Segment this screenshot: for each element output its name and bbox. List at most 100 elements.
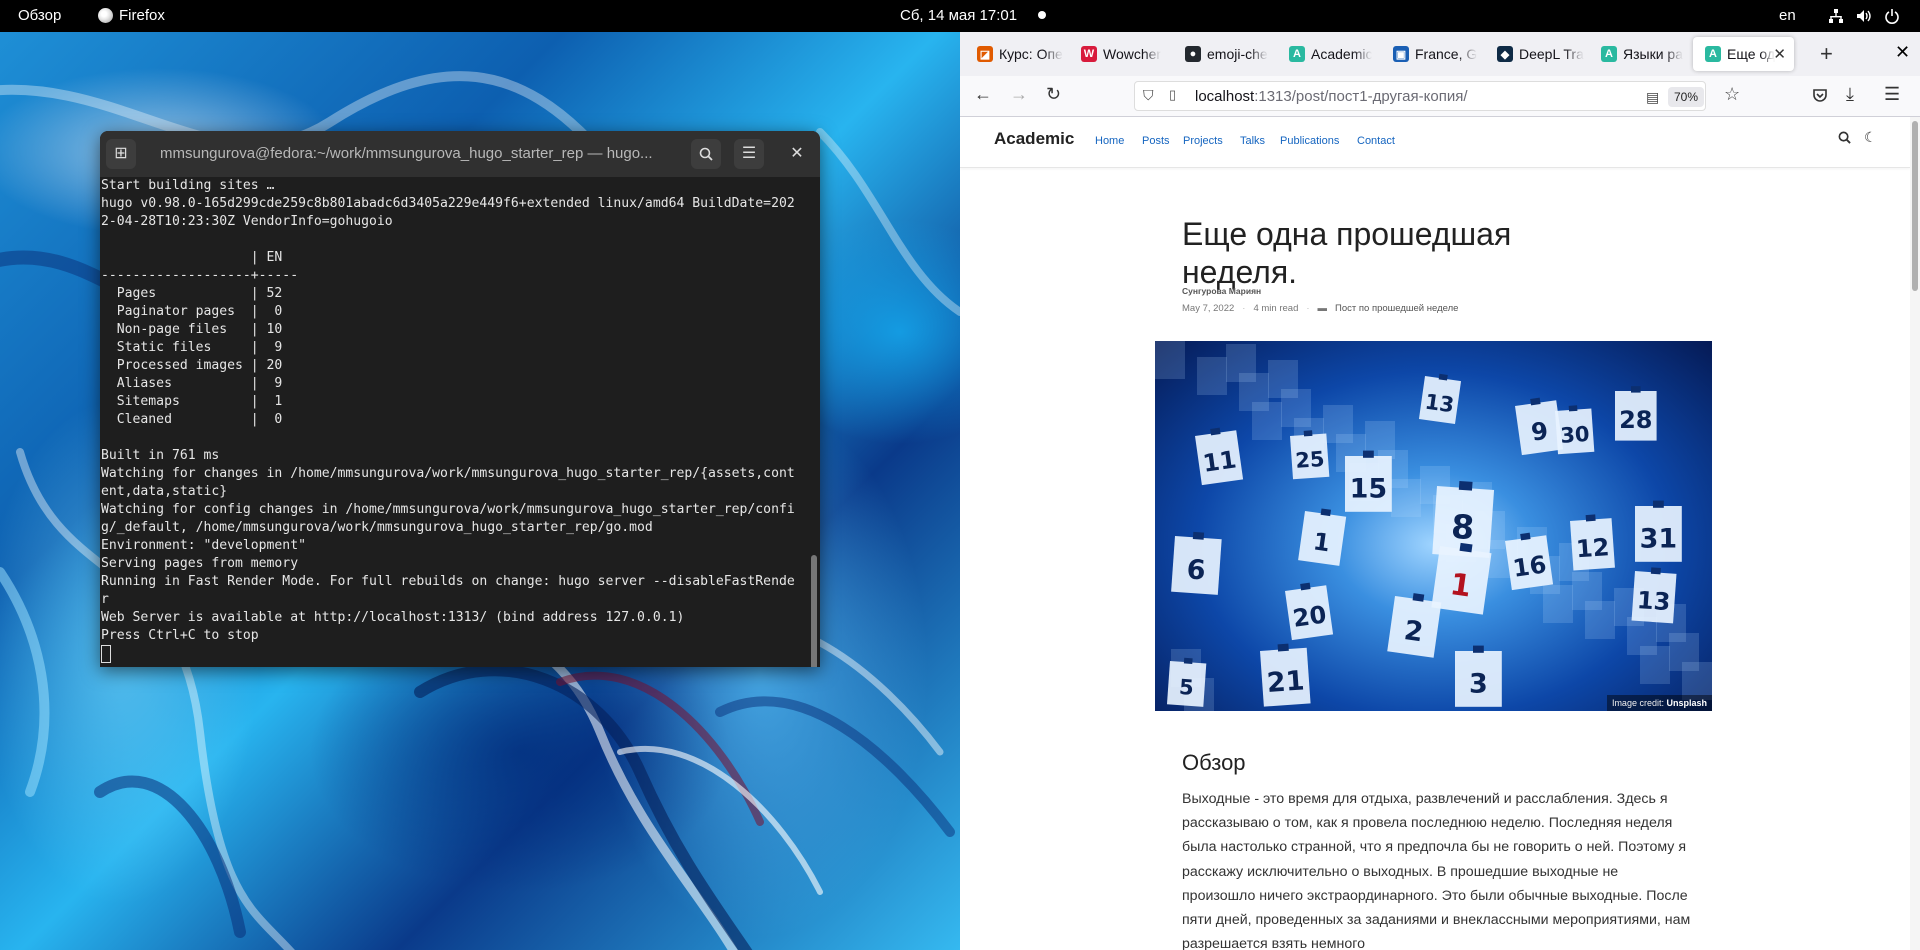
terminal-title: mmsungurova@fedora:~/work/mmsungurova_hu…	[160, 145, 653, 162]
terminal-cursor	[101, 645, 111, 663]
nav-link-home[interactable]: Home	[1095, 135, 1124, 147]
browser-tab[interactable]: A Еще од ✕	[1693, 37, 1794, 71]
calendar-day-number: 16	[1511, 550, 1548, 582]
terminal-line: Aliases | 9	[101, 376, 283, 391]
browser-tab[interactable]: ◆ DeepL Tra	[1485, 37, 1586, 71]
calendar-day-number: 5	[1178, 675, 1194, 700]
page-scrollbar-thumb[interactable]	[1912, 121, 1918, 291]
calendar-page: 28	[1615, 386, 1657, 441]
tab-label: Academic	[1311, 46, 1373, 62]
page-scrollbar[interactable]	[1910, 117, 1920, 950]
hamburger-menu-icon[interactable]: ☰	[734, 139, 764, 169]
terminal-scrollbar[interactable]	[811, 555, 817, 667]
calendar-day-number: 28	[1619, 406, 1652, 434]
nav-link-projects[interactable]: Projects	[1183, 135, 1223, 147]
browser-tab[interactable]: ◪ Курс: Опе	[965, 37, 1066, 71]
reader-view-icon[interactable]: ▤	[1646, 89, 1659, 106]
terminal-line: Sitemaps | 1	[101, 394, 283, 409]
calendar-day-number: 25	[1294, 447, 1325, 473]
calendar-page: 5	[1166, 657, 1207, 707]
url-bar[interactable]: ⛉ ▯ localhost:1313/post/пост1-другая-коп…	[1134, 81, 1706, 111]
nav-link-posts[interactable]: Posts	[1142, 135, 1170, 147]
close-icon[interactable]: ✕	[782, 139, 812, 169]
wiki-icon: ▣	[1393, 46, 1409, 62]
new-tab-button[interactable]: +	[1820, 41, 1833, 67]
tab-label: DeepL Tra	[1519, 46, 1584, 62]
calendar-page: 12	[1570, 514, 1615, 571]
back-arrow-icon[interactable]: ←	[974, 84, 992, 105]
clock[interactable]: Сб, 14 мая 17:01	[900, 7, 1017, 24]
url-text[interactable]: localhost:1313/post/пост1-другая-копия/	[1195, 88, 1468, 105]
forward-arrow-icon[interactable]: →	[1010, 84, 1028, 105]
browser-tab[interactable]: A Языки ра	[1589, 37, 1690, 71]
app-menu-icon[interactable]: ☰	[1884, 84, 1900, 105]
close-tab-icon[interactable]: ✕	[1773, 45, 1786, 63]
blurred-calendar-page	[1323, 405, 1353, 443]
terminal-line: -------------------+-----	[101, 268, 299, 283]
browser-tab[interactable]: A Academic	[1277, 37, 1378, 71]
section-heading: Обзор	[1182, 750, 1246, 775]
calendar-day-number: 13	[1636, 586, 1671, 616]
calendar-day-number: 20	[1291, 600, 1328, 632]
browser-tab[interactable]: ● emoji-che	[1173, 37, 1274, 71]
tracking-shield-icon[interactable]: ⛉	[1143, 87, 1154, 104]
downloads-icon[interactable]: ⤓	[1846, 84, 1854, 105]
terminal-line: | EN	[101, 250, 283, 265]
calendar-page: 25	[1290, 430, 1330, 480]
folder-icon: ▬	[1317, 303, 1328, 314]
terminal-line: Press Ctrl+C to stop	[101, 628, 259, 643]
calendar-page: 20	[1285, 582, 1334, 641]
calendar-pages-illustration: 11 25158139 3028611612 311322021 351	[1155, 341, 1712, 711]
terminal-line: Web Server is available at http://localh…	[101, 610, 685, 625]
search-icon[interactable]	[691, 139, 721, 169]
calendar-page: 1	[1298, 508, 1347, 566]
pocket-icon[interactable]	[1812, 84, 1828, 108]
browser-tab[interactable]: ▣ France, G	[1381, 37, 1482, 71]
calendar-page: 15	[1345, 450, 1392, 512]
meta-separator: ·	[1306, 303, 1310, 314]
terminal-header-bar[interactable]: ⊞ mmsungurova@fedora:~/work/mmsungurova_…	[100, 131, 820, 177]
terminal-line: Environment: "development"	[101, 538, 306, 553]
url-path: :1313/post/пост1-другая-копия/	[1254, 88, 1468, 105]
image-credit-link[interactable]: Unsplash	[1666, 698, 1707, 708]
dark-mode-moon-icon[interactable]: ☾	[1864, 129, 1877, 146]
keyboard-layout-indicator[interactable]: en	[1779, 7, 1796, 24]
activities-overview-button[interactable]: Обзор	[18, 7, 61, 24]
bookmark-star-icon[interactable]: ☆	[1724, 84, 1740, 105]
system-menu-button[interactable]	[1828, 8, 1900, 28]
gnome-top-bar: Обзор Firefox Сб, 14 мая 17:01 en	[0, 0, 1920, 32]
app-menu-button[interactable]: Firefox	[98, 7, 165, 24]
nav-link-contact[interactable]: Contact	[1357, 135, 1395, 147]
terminal-window[interactable]: ⊞ mmsungurova@fedora:~/work/mmsungurova_…	[100, 131, 820, 667]
calendar-day-number: 3	[1469, 668, 1488, 699]
power-icon	[1884, 8, 1900, 28]
article-author[interactable]: Сунгурова Мариян	[1182, 286, 1261, 296]
terminal-line: Pages | 52	[101, 286, 283, 301]
calendar-day-number: 11	[1201, 445, 1238, 477]
meta-separator: ·	[1242, 303, 1246, 314]
zoom-level-badge[interactable]: 70%	[1668, 87, 1705, 107]
terminal-line: Static files | 9	[101, 340, 283, 355]
terminal-prompt-line[interactable]	[101, 645, 810, 663]
article-category-link[interactable]: Пост по прошедшей неделе	[1335, 303, 1458, 314]
reload-icon[interactable]: ↻	[1046, 84, 1061, 105]
site-brand[interactable]: Academic	[994, 129, 1074, 149]
tab-label: Языки ра	[1623, 46, 1683, 62]
calendar-day-number: 12	[1575, 533, 1610, 563]
terminal-output[interactable]: Start building sites … hugo v0.98.0-165d2…	[100, 177, 810, 667]
terminal-line: Serving pages from memory	[101, 556, 299, 571]
page-info-icon[interactable]: ▯	[1169, 87, 1176, 103]
terminal-line: g/_default, /home/mmsungurova/work/mmsun…	[101, 520, 653, 535]
article-meta: May 7, 2022 · 4 min read · ▬ Пост по про…	[1182, 303, 1458, 314]
nav-link-publications[interactable]: Publications	[1280, 135, 1339, 147]
firefox-window: ◪ Курс: Опе W Wowcher ● emoji-che A Academic ▣ Fr…	[960, 32, 1920, 950]
new-tab-icon[interactable]: ⊞	[106, 139, 136, 169]
terminal-line: r	[101, 592, 109, 607]
nav-link-talks[interactable]: Talks	[1240, 135, 1265, 147]
search-icon[interactable]	[1838, 131, 1851, 147]
close-window-icon[interactable]: ✕	[1895, 42, 1910, 63]
app-menu-label: Firefox	[119, 7, 165, 24]
notification-dot-icon	[1038, 11, 1046, 19]
browser-tab[interactable]: W Wowcher	[1069, 37, 1170, 71]
